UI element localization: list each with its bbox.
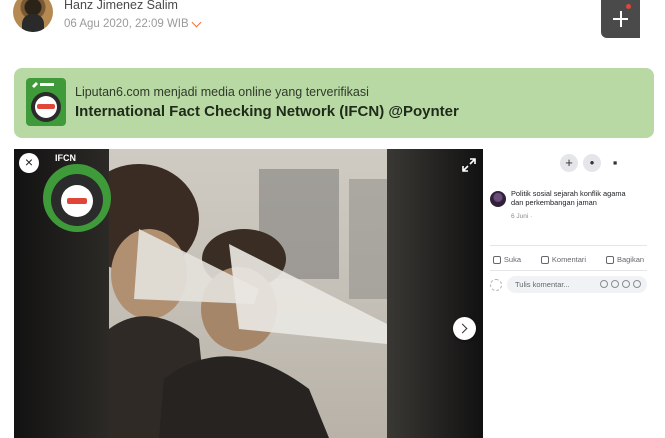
comment-icon <box>540 255 549 264</box>
photo-illustration <box>109 164 387 438</box>
banner-title: International Fact Checking Network (IFC… <box>75 103 459 120</box>
thumbs-up-icon <box>492 255 501 264</box>
fb-comment-tools <box>600 280 641 288</box>
fb-comment-input[interactable]: Tulis komentar... <box>507 276 647 293</box>
post-date[interactable]: 06 Agu 2020, 22:09 WIB <box>64 17 202 30</box>
facebook-post-panel: + • ▪ Politik sosial sejarah konflik aga… <box>483 149 654 438</box>
author-avatar[interactable] <box>13 0 53 32</box>
share-icon <box>605 255 614 264</box>
verification-banner[interactable]: Liputan6.com menjadi media online yang t… <box>14 68 654 138</box>
fb-add-icon[interactable]: + <box>560 154 578 172</box>
historical-photo <box>109 149 387 438</box>
ifcn-signatory-badge-icon <box>43 164 111 232</box>
fb-action-bar: Suka Komentari Bagikan <box>483 255 654 264</box>
article-page: Hanz Jimenez Salim 06 Agu 2020, 22:09 WI… <box>0 0 665 438</box>
fb-post-text[interactable]: Politik sosial sejarah konflik agama dan… <box>511 189 635 207</box>
emoji-icon[interactable] <box>600 280 608 288</box>
fb-like-button[interactable]: Suka <box>492 255 521 264</box>
fb-messenger-icon[interactable]: • <box>583 154 601 172</box>
author-name[interactable]: Hanz Jimenez Salim <box>64 0 178 12</box>
fb-page-avatar[interactable] <box>490 191 506 207</box>
fb-divider <box>490 270 647 271</box>
image-carousel[interactable]: IFCN × + • ▪ Politik sosial sejarah konf… <box>14 149 654 438</box>
fb-share-button[interactable]: Bagikan <box>605 255 644 264</box>
sticker-icon[interactable] <box>633 280 641 288</box>
camera-icon[interactable] <box>611 280 619 288</box>
banner-subtitle: Liputan6.com menjadi media online yang t… <box>75 85 369 99</box>
photo-right-edge <box>387 149 483 438</box>
fb-comment-button[interactable]: Komentari <box>540 255 586 264</box>
chevron-down-icon[interactable] <box>191 17 202 27</box>
ifcn-badge-icon <box>26 78 66 126</box>
close-button[interactable]: × <box>19 153 39 173</box>
fb-user-avatar <box>490 279 502 291</box>
notification-dot <box>626 4 631 9</box>
expand-icon[interactable] <box>462 158 476 172</box>
gif-icon[interactable] <box>622 280 630 288</box>
fb-toolbar: + • ▪ <box>483 149 654 187</box>
fb-notification-icon[interactable]: ▪ <box>606 154 624 172</box>
post-date-text: 06 Agu 2020, 22:09 WIB <box>64 18 189 30</box>
next-slide-button[interactable] <box>453 317 476 340</box>
floating-plus-button[interactable] <box>601 0 640 38</box>
fb-divider <box>490 245 647 246</box>
fb-post-meta: 6 Juni · <box>511 213 533 220</box>
fb-comment-placeholder: Tulis komentar... <box>515 280 570 289</box>
ifcn-label: IFCN <box>55 153 76 163</box>
